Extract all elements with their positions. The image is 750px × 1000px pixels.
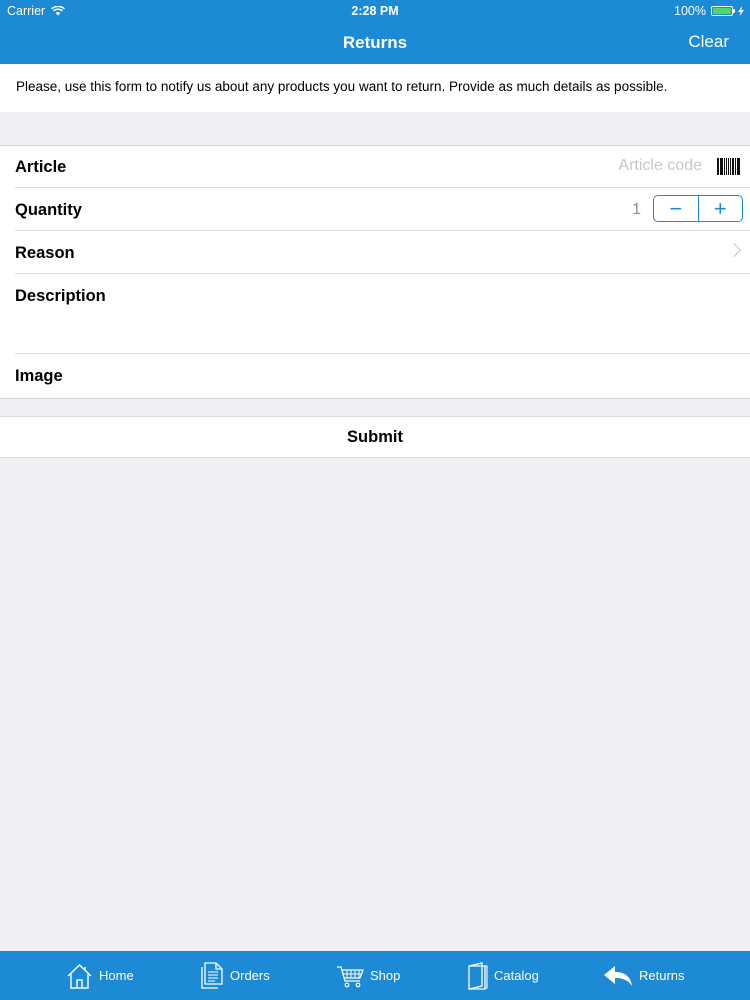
status-bar: Carrier 2:28 PM 100% xyxy=(0,0,750,22)
reason-row[interactable]: Reason xyxy=(0,231,750,274)
tab-catalog-label: Catalog xyxy=(494,968,539,983)
quantity-label: Quantity xyxy=(15,201,82,219)
tab-catalog[interactable]: Catalog xyxy=(466,951,539,1000)
charging-icon xyxy=(738,6,744,16)
image-label: Image xyxy=(15,367,63,385)
barcode-scan-icon[interactable] xyxy=(717,158,740,175)
article-code-input[interactable]: Article code xyxy=(618,157,702,175)
increment-button[interactable]: + xyxy=(699,196,743,221)
chevron-right-icon xyxy=(726,242,742,258)
tab-home-label: Home xyxy=(99,968,134,983)
article-row[interactable]: Article Article code xyxy=(0,146,750,188)
article-label: Article xyxy=(15,158,67,176)
tab-shop[interactable]: Shop xyxy=(336,951,400,1000)
battery-icon xyxy=(711,6,735,16)
cart-icon xyxy=(337,965,364,987)
submit-button[interactable]: Submit xyxy=(0,416,750,458)
status-time: 2:28 PM xyxy=(351,4,399,18)
quantity-stepper[interactable]: − + xyxy=(653,195,743,222)
tab-orders-label: Orders xyxy=(230,968,270,983)
intro-text: Please, use this form to notify us about… xyxy=(0,64,750,112)
battery-percent: 100% xyxy=(674,4,706,18)
decrement-button[interactable]: − xyxy=(654,196,698,221)
catalog-icon xyxy=(468,961,488,990)
page-title: Returns xyxy=(342,33,408,52)
tab-orders[interactable]: Orders xyxy=(200,951,270,1000)
orders-icon xyxy=(201,962,223,989)
tab-returns[interactable]: Returns xyxy=(603,951,685,1000)
tab-returns-label: Returns xyxy=(639,968,685,983)
clear-button[interactable]: Clear xyxy=(688,32,729,52)
navigation-bar: Returns Clear xyxy=(0,22,750,64)
returns-form: Article Article code Quantity 1 − + Reas… xyxy=(0,145,750,399)
image-row[interactable]: Image xyxy=(0,354,750,397)
quantity-value: 1 xyxy=(632,201,641,218)
quantity-row: Quantity 1 − + xyxy=(0,188,750,231)
reason-label: Reason xyxy=(15,244,75,262)
tab-bar: Home Orders Shop Catalog Returns xyxy=(0,951,750,1000)
description-label: Description xyxy=(15,287,106,305)
tab-shop-label: Shop xyxy=(370,968,401,983)
home-icon xyxy=(67,964,92,989)
tab-home[interactable]: Home xyxy=(66,951,134,1000)
return-arrow-icon xyxy=(604,965,632,986)
description-row[interactable]: Description xyxy=(0,274,750,354)
